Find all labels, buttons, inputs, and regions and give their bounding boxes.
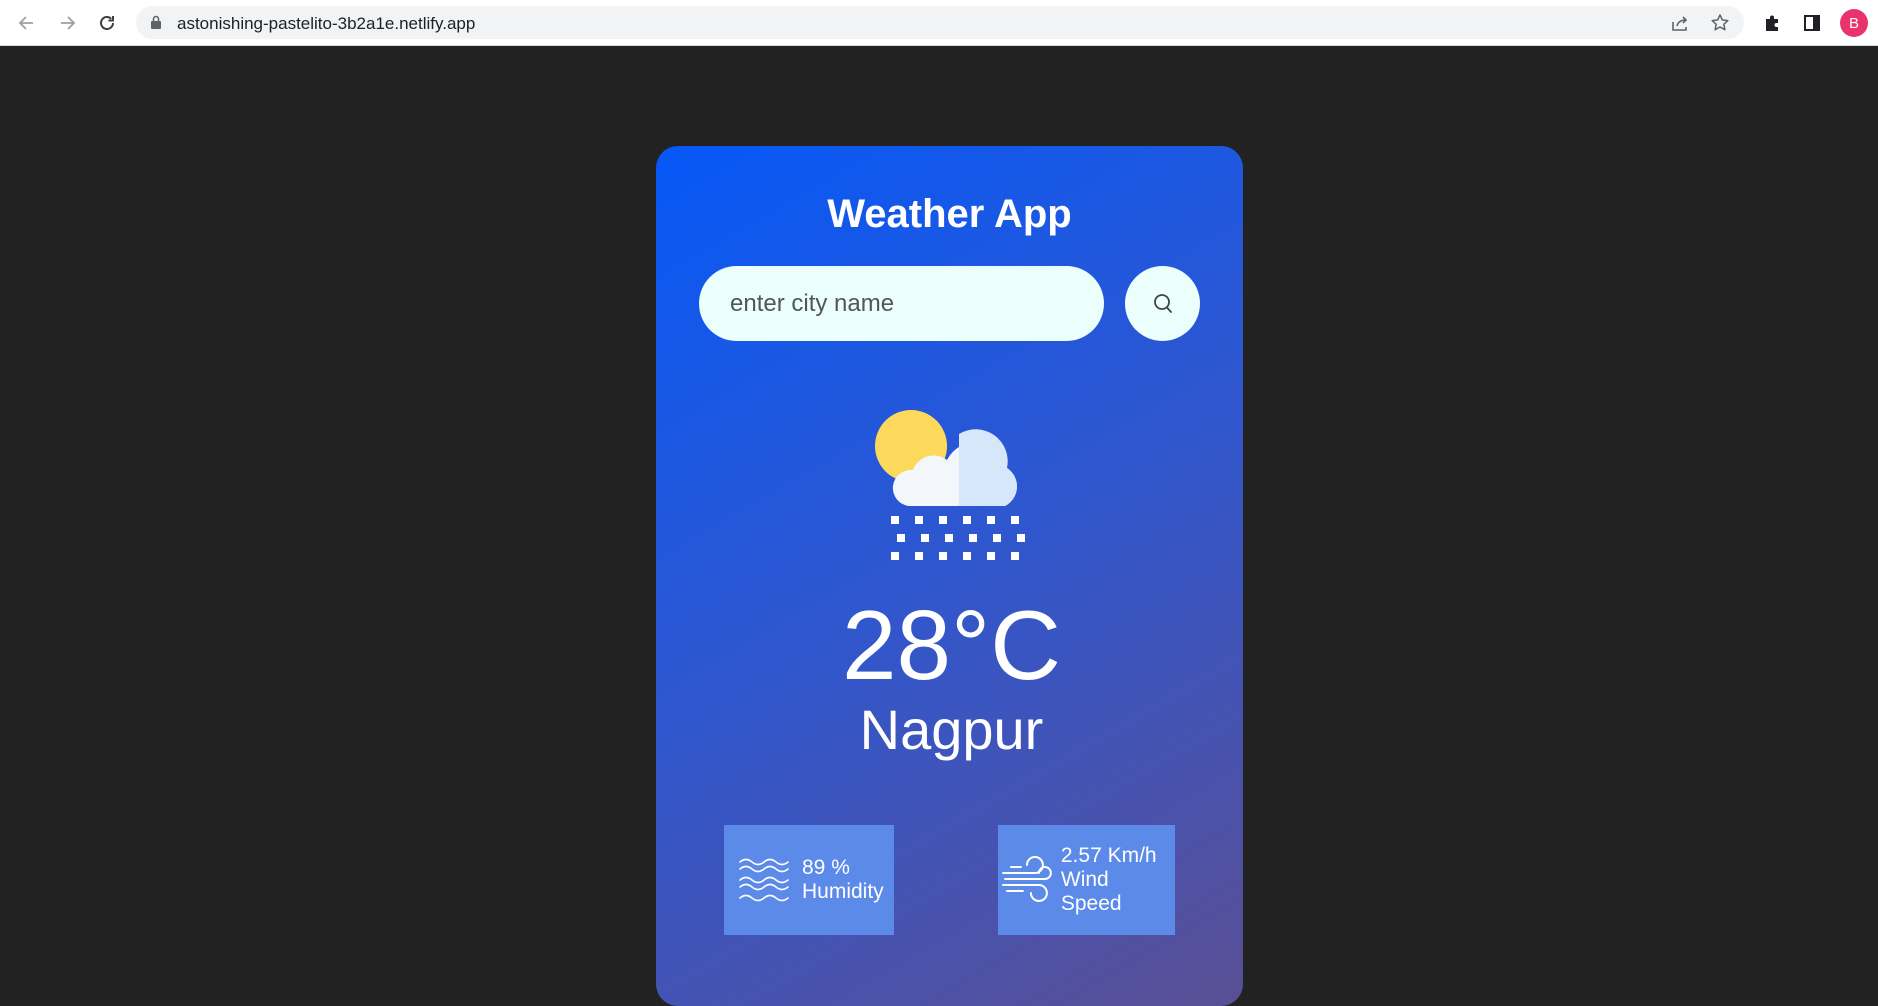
- browser-toolbar: astonishing-pastelito-3b2a1e.netlify.app…: [0, 0, 1878, 46]
- search-icon: [1153, 293, 1172, 313]
- share-button[interactable]: [1669, 12, 1691, 34]
- forward-button[interactable]: [52, 8, 82, 38]
- humidity-waves-icon: [739, 858, 789, 902]
- bookmark-button[interactable]: [1709, 12, 1731, 34]
- city-search-input[interactable]: [699, 266, 1104, 341]
- reload-button[interactable]: [92, 8, 122, 38]
- puzzle-icon: [1766, 15, 1778, 31]
- side-panel-icon: [1804, 15, 1820, 31]
- temperature: 28°C: [842, 590, 1061, 700]
- side-panel-button[interactable]: [1799, 10, 1825, 36]
- extensions-button[interactable]: [1760, 10, 1786, 36]
- star-icon: [1711, 14, 1729, 31]
- search-button[interactable]: [1125, 266, 1200, 341]
- wind-icon: [1001, 856, 1052, 902]
- url-text: astonishing-pastelito-3b2a1e.netlify.app: [177, 14, 476, 33]
- sun-cloud-snow-icon: [875, 410, 1025, 560]
- humidity-value: 89 %: [802, 856, 850, 879]
- arrow-left-icon: [18, 16, 33, 30]
- share-icon: [1672, 16, 1688, 31]
- back-button[interactable]: [12, 8, 42, 38]
- humidity-label: Humidity: [802, 880, 884, 903]
- humidity-panel: 89 % Humidity: [724, 825, 894, 935]
- address-bar[interactable]: astonishing-pastelito-3b2a1e.netlify.app: [136, 6, 1744, 39]
- profile-avatar[interactable]: B: [1840, 9, 1868, 37]
- city-name: Nagpur: [859, 698, 1044, 761]
- lock-icon: [151, 15, 161, 29]
- weather-card: Weather App enter city name 28°C Nagpur …: [656, 146, 1243, 1006]
- reload-icon: [100, 16, 114, 30]
- wind-label: Wind Speed: [1060, 868, 1122, 915]
- app-title: Weather App: [827, 192, 1072, 236]
- wind-panel: 2.57 Km/h Wind Speed: [998, 825, 1175, 935]
- arrow-right-icon: [61, 16, 76, 30]
- wind-value: 2.57 Km/h: [1060, 844, 1157, 867]
